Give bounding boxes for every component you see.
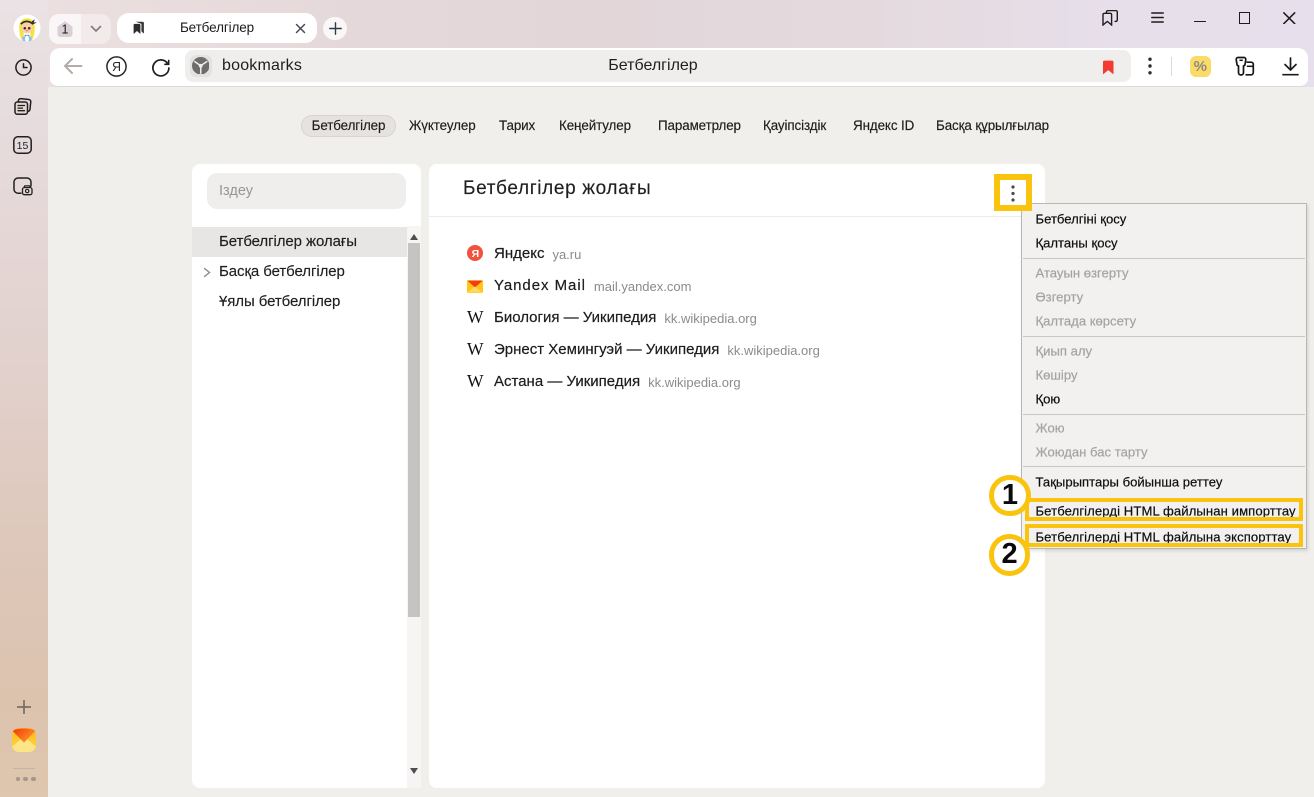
svg-text:15: 15 (17, 140, 29, 152)
svg-text:1: 1 (62, 23, 69, 37)
svg-text:Я: Я (112, 60, 121, 74)
svg-text:Я: Я (472, 248, 480, 260)
